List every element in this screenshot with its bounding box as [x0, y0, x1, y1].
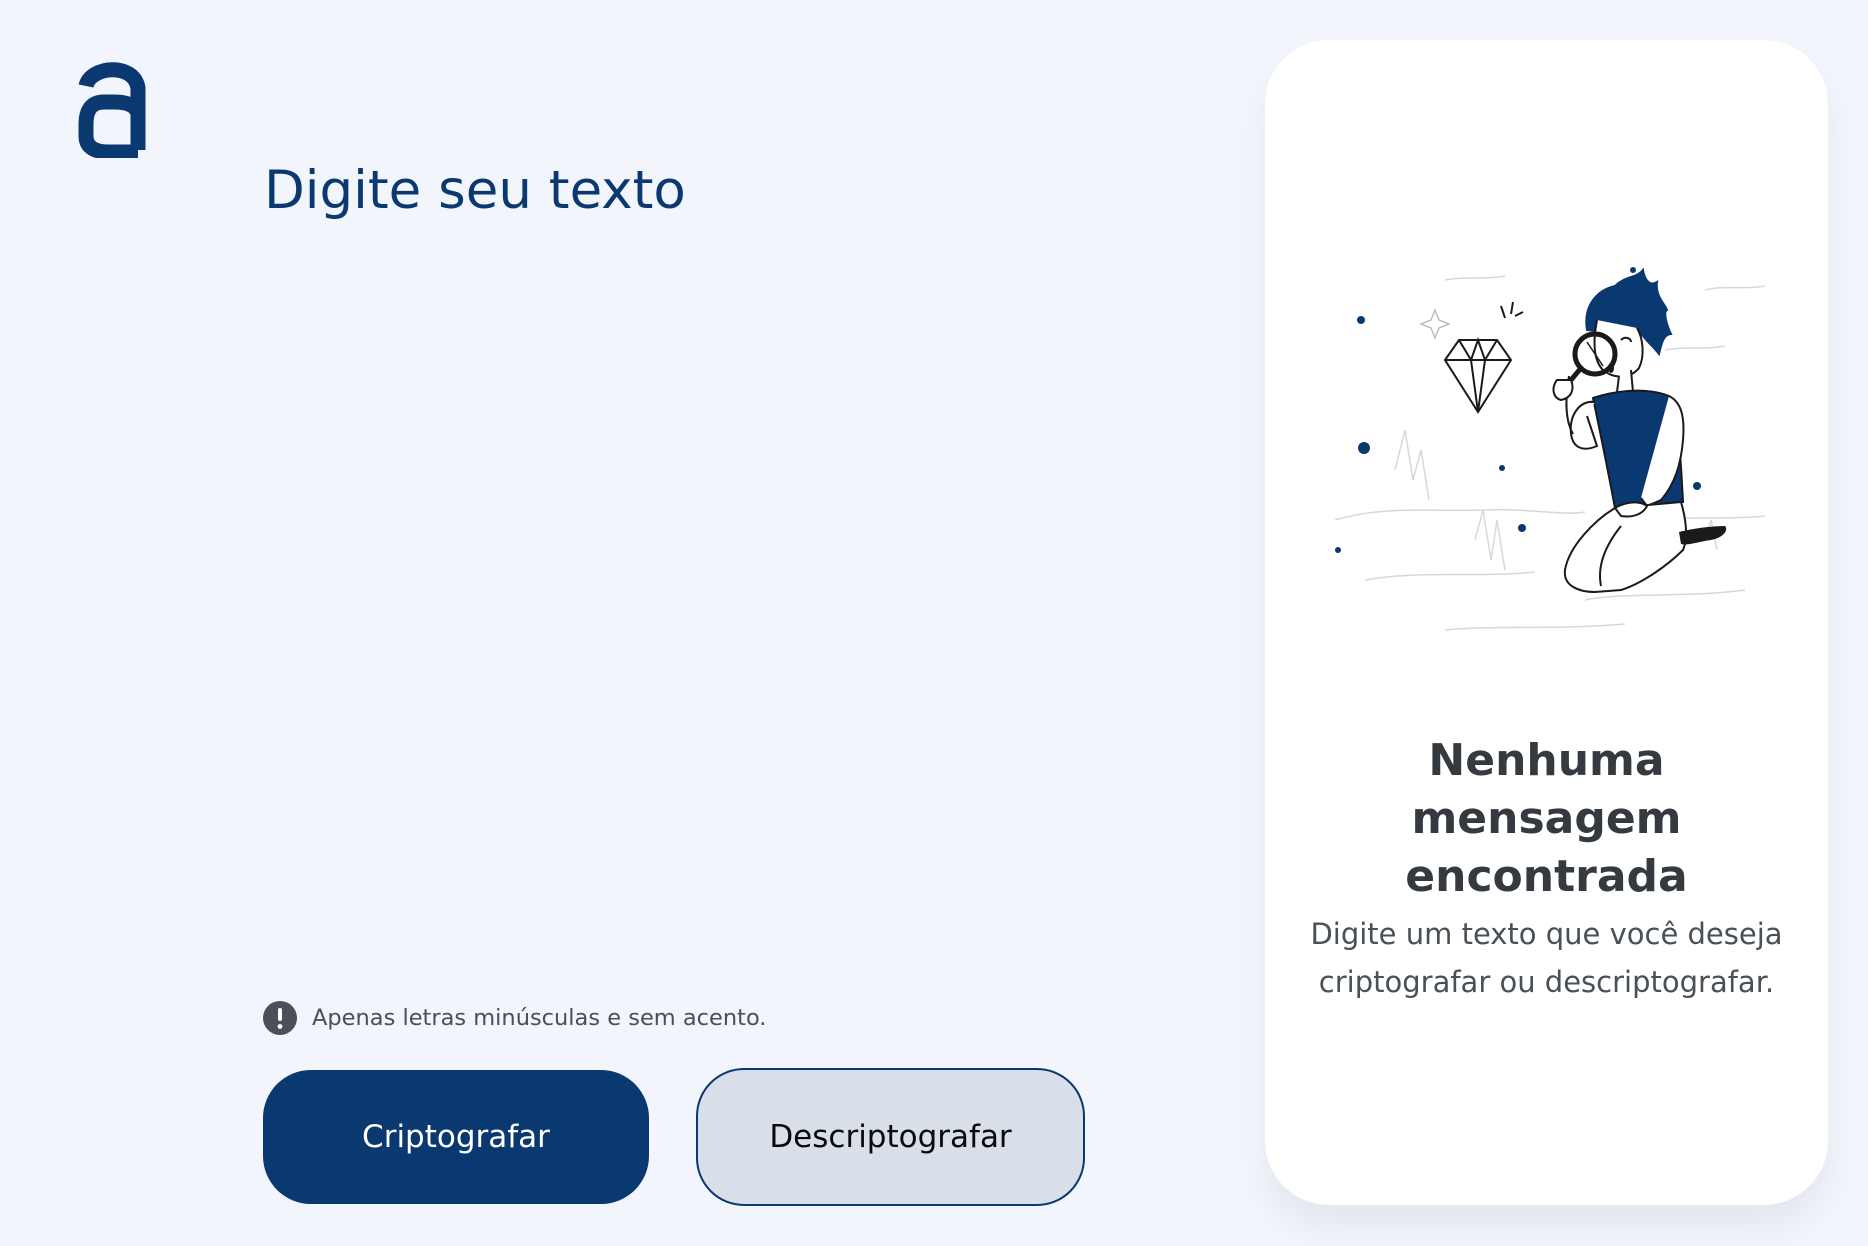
exclamation-circle-icon [263, 1001, 297, 1035]
person-with-magnifying-glass-illustration [1334, 267, 1765, 631]
input-warning: Apenas letras minúsculas e sem acento. [263, 1001, 766, 1035]
decrypt-button[interactable]: Descriptografar [696, 1068, 1085, 1206]
alura-logo-icon[interactable] [78, 58, 146, 158]
encrypt-button[interactable]: Criptografar [263, 1070, 649, 1204]
output-panel: Nenhuma mensagem encontrada Digite um te… [1265, 40, 1828, 1205]
warning-text: Apenas letras minúsculas e sem acento. [312, 1005, 767, 1031]
text-input[interactable] [264, 160, 1104, 970]
empty-state-title: Nenhuma mensagem encontrada [1405, 735, 1688, 902]
empty-state-description: Digite um texto que você deseja criptogr… [1310, 917, 1783, 999]
